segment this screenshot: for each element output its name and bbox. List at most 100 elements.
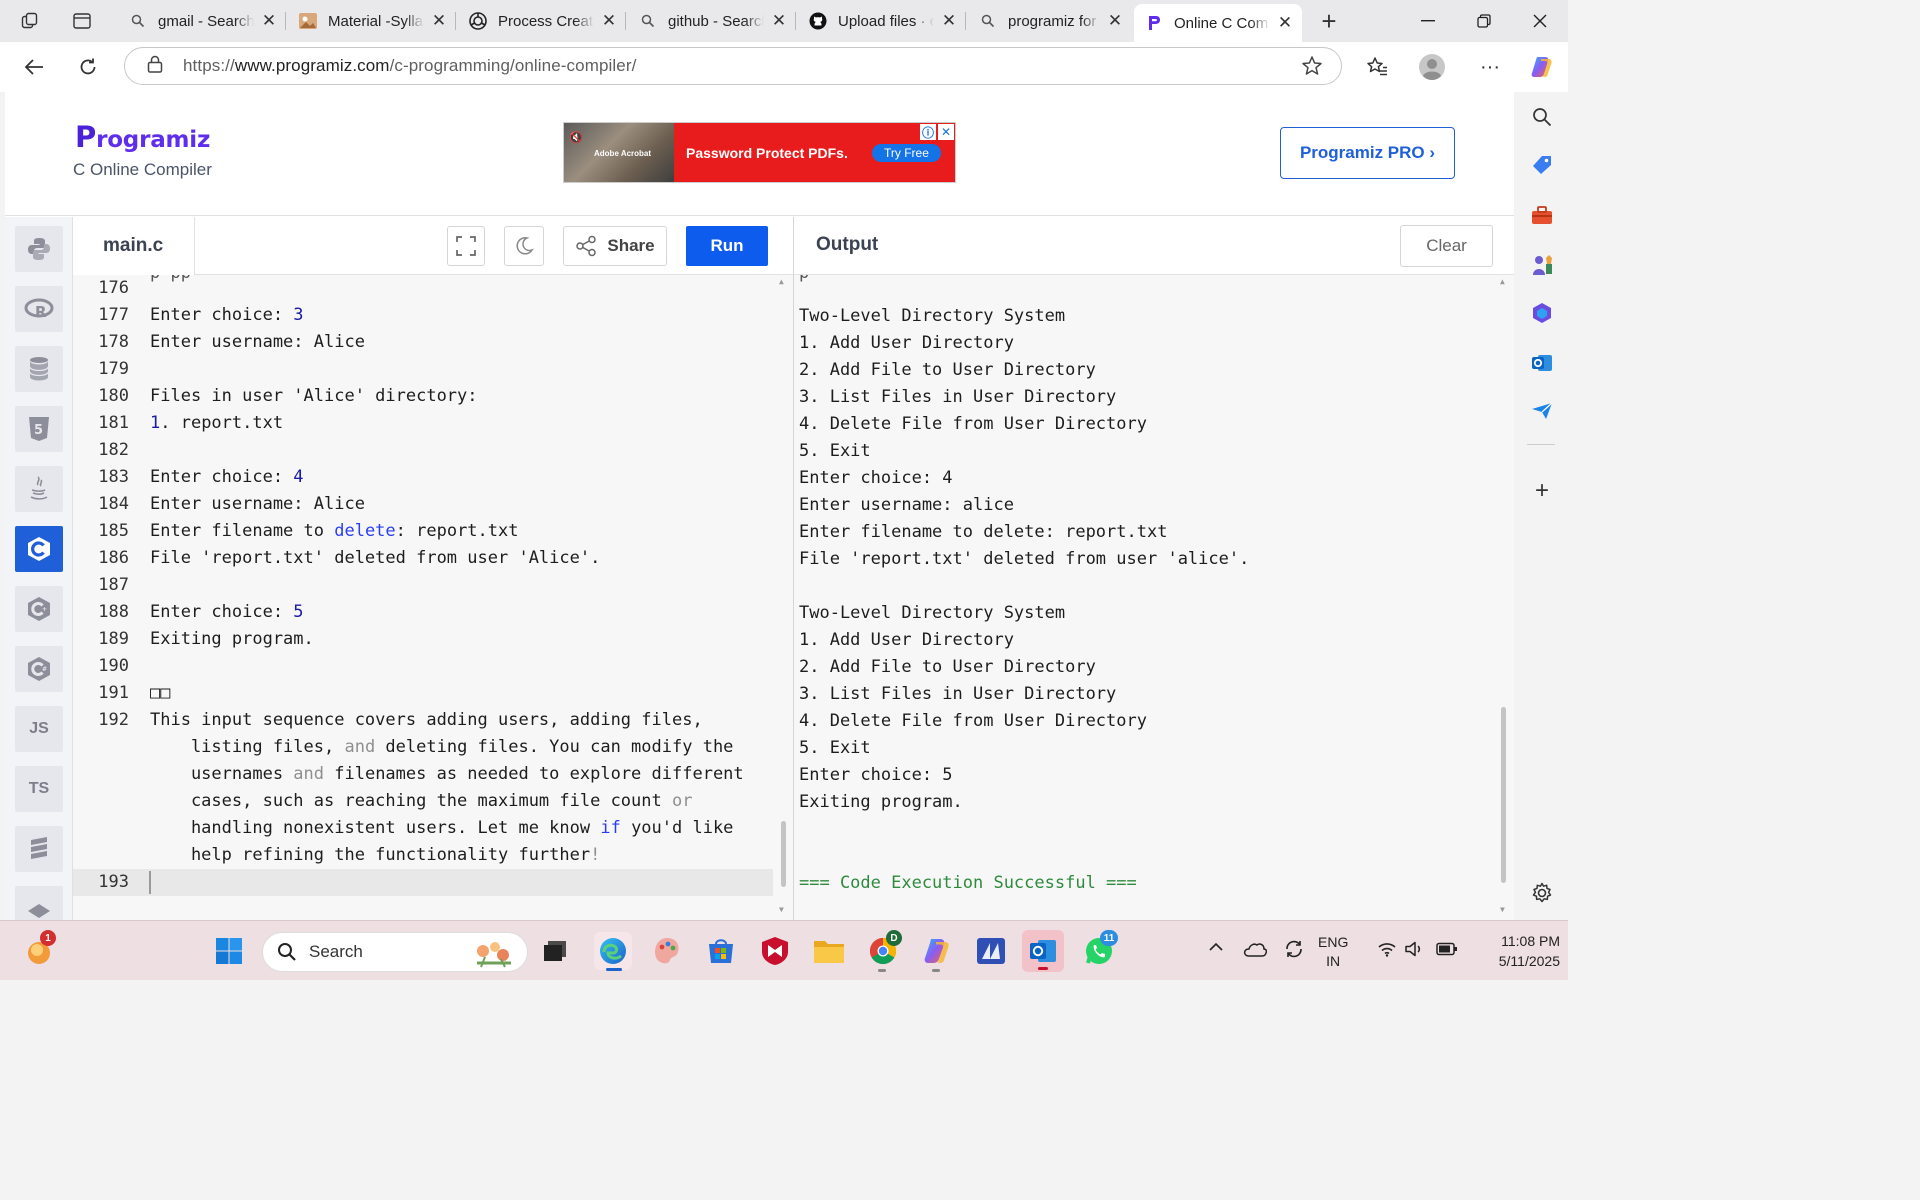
clear-button[interactable]: Clear [1400, 225, 1493, 267]
taskbar-search-box[interactable]: Search [262, 932, 528, 972]
code-line[interactable]: usernames and filenames as needed to exp… [73, 761, 773, 788]
output-console[interactable]: p Two-Level Directory System 1. Add User … [793, 275, 1514, 920]
close-tab-icon[interactable]: ✕ [1106, 11, 1124, 30]
close-tab-icon[interactable]: ✕ [260, 11, 278, 30]
code-line[interactable]: 177 Enter choice: 3 [73, 302, 773, 329]
tab-upload-files[interactable]: Upload files · c ✕ [798, 4, 966, 38]
advertisement-banner[interactable]: 🔇 Adobe Acrobat Password Protect PDFs. T… [563, 122, 956, 183]
tab-gmail-search[interactable]: gmail - Search ✕ [118, 4, 286, 38]
copilot-app-icon[interactable] [918, 932, 956, 972]
code-line[interactable]: 178 Enter username: Alice [73, 329, 773, 356]
tab-programiz-search[interactable]: programiz for c ✕ [968, 4, 1132, 38]
code-line[interactable]: 184 Enter username: Alice [73, 491, 773, 518]
lang-java-icon[interactable] [15, 466, 63, 512]
code-line[interactable]: cases, such as reaching the maximum file… [73, 788, 773, 815]
scroll-down-arrow-icon[interactable]: ▼ [1500, 905, 1505, 914]
lang-cpp-icon[interactable]: + [15, 586, 63, 632]
code-line[interactable]: 189 Exiting program. [73, 626, 773, 653]
close-tab-icon[interactable]: ✕ [940, 11, 958, 30]
weather-widget-icon[interactable]: 1 [20, 930, 58, 970]
lang-php-icon[interactable] [15, 886, 63, 920]
dark-mode-toggle[interactable] [504, 226, 544, 266]
lang-csharp-icon[interactable]: # [15, 646, 63, 692]
programiz-pro-button[interactable]: Programiz PRO › [1280, 127, 1455, 179]
lang-r-icon[interactable]: R [15, 286, 63, 332]
code-line[interactable]: 186 File 'report.txt' deleted from user '… [73, 545, 773, 572]
favorite-star-icon[interactable] [1301, 55, 1323, 82]
run-button[interactable]: Run [686, 226, 768, 266]
settings-more-icon[interactable]: ··· [1472, 50, 1508, 84]
code-line[interactable]: 180 Files in user 'Alice' directory: [73, 383, 773, 410]
tools-icon[interactable] [1529, 202, 1555, 228]
input-language-indicator[interactable]: ENG IN [1318, 933, 1348, 971]
scroll-up-arrow-icon[interactable]: ▲ [1500, 277, 1505, 286]
address-bar[interactable]: https://www.programiz.com/c-programming/… [124, 47, 1342, 85]
mcafee-icon[interactable] [756, 932, 794, 970]
code-line[interactable]: 190 [73, 653, 773, 680]
restore-button[interactable] [1456, 0, 1512, 42]
task-view-icon[interactable] [536, 932, 574, 970]
wifi-icon[interactable] [1378, 941, 1396, 961]
profile-avatar-icon[interactable] [1414, 50, 1450, 84]
scroll-up-arrow-icon[interactable]: ▲ [779, 277, 784, 286]
send-icon[interactable] [1529, 398, 1555, 424]
close-tab-icon[interactable]: ✕ [600, 11, 618, 30]
edge-browser-icon[interactable] [594, 932, 632, 971]
refresh-button[interactable] [70, 50, 106, 84]
system-clock[interactable]: 11:08 PM 5/11/2025 [1470, 931, 1560, 971]
search-icon[interactable] [1529, 104, 1555, 130]
code-line[interactable]: handling nonexistent users. Let me know … [73, 815, 773, 842]
microsoft-365-icon[interactable] [1529, 300, 1555, 326]
code-line[interactable]: 182 [73, 437, 773, 464]
code-line[interactable]: 188 Enter choice: 5 [73, 599, 773, 626]
start-button[interactable] [210, 932, 248, 970]
code-line[interactable]: 185 Enter filename to delete: report.txt [73, 518, 773, 545]
editor-scrollbar[interactable]: ▲ ▼ [778, 275, 788, 920]
code-line[interactable]: listing files, and deleting files. You c… [73, 734, 773, 761]
games-icon[interactable] [1529, 252, 1555, 278]
close-window-button[interactable] [1512, 0, 1568, 42]
ad-cta-button[interactable]: Try Free [872, 144, 941, 162]
code-line[interactable]: help refining the functionality further! [73, 842, 773, 869]
close-tab-icon[interactable]: ✕ [770, 11, 788, 30]
file-explorer-icon[interactable] [810, 932, 848, 970]
ad-close-icon[interactable]: ✕ [938, 124, 954, 140]
back-button[interactable] [16, 50, 52, 84]
editor-scroll-thumb[interactable] [781, 821, 786, 887]
share-button[interactable]: Share [563, 226, 667, 266]
lang-html-icon[interactable]: 5 [15, 406, 63, 452]
lang-python-icon[interactable] [15, 226, 63, 272]
add-sidebar-app-icon[interactable]: + [1529, 477, 1555, 504]
code-line[interactable]: 179 [73, 356, 773, 383]
fullscreen-button[interactable] [447, 226, 485, 266]
ad-info-icon[interactable]: ⓘ [920, 124, 936, 140]
whatsapp-icon[interactable]: 11 [1080, 930, 1118, 970]
battery-icon[interactable] [1436, 942, 1458, 960]
outlook-icon[interactable] [1529, 350, 1555, 376]
powerautomate-icon[interactable] [972, 932, 1010, 970]
volume-icon[interactable] [1405, 941, 1425, 961]
code-line[interactable]: 187 [73, 572, 773, 599]
scroll-down-arrow-icon[interactable]: ▼ [779, 905, 784, 914]
lang-typescript-icon[interactable]: TS [15, 766, 63, 812]
code-line[interactable]: 191 □□ [73, 680, 773, 707]
close-tab-icon[interactable]: ✕ [1276, 13, 1294, 32]
lock-icon[interactable] [147, 55, 165, 78]
outlook-app-icon[interactable] [1022, 930, 1064, 972]
onedrive-cloud-icon[interactable] [1243, 941, 1268, 961]
lang-go-icon[interactable] [15, 826, 63, 872]
code-line[interactable]: 192 This input sequence covers adding use… [73, 707, 773, 734]
tab-github-search[interactable]: github - Search ✕ [628, 4, 796, 38]
current-code-line[interactable]: 193 [73, 869, 773, 896]
show-hidden-icons-chevron-icon[interactable] [1208, 939, 1224, 956]
tab-actions-icon[interactable] [68, 8, 96, 34]
output-scroll-thumb[interactable] [1501, 707, 1506, 883]
code-line[interactable]: 183 Enter choice: 4 [73, 464, 773, 491]
new-tab-button[interactable]: + [1312, 6, 1346, 36]
minimize-button[interactable] [1400, 0, 1456, 42]
copilot-icon[interactable] [1524, 50, 1560, 84]
code-editor[interactable]: p pp 176177Enter choice: 3178Enter usern… [73, 275, 793, 920]
lang-c-icon[interactable] [15, 526, 63, 572]
close-tab-icon[interactable]: ✕ [430, 11, 448, 30]
microsoft-store-icon[interactable] [702, 932, 740, 970]
